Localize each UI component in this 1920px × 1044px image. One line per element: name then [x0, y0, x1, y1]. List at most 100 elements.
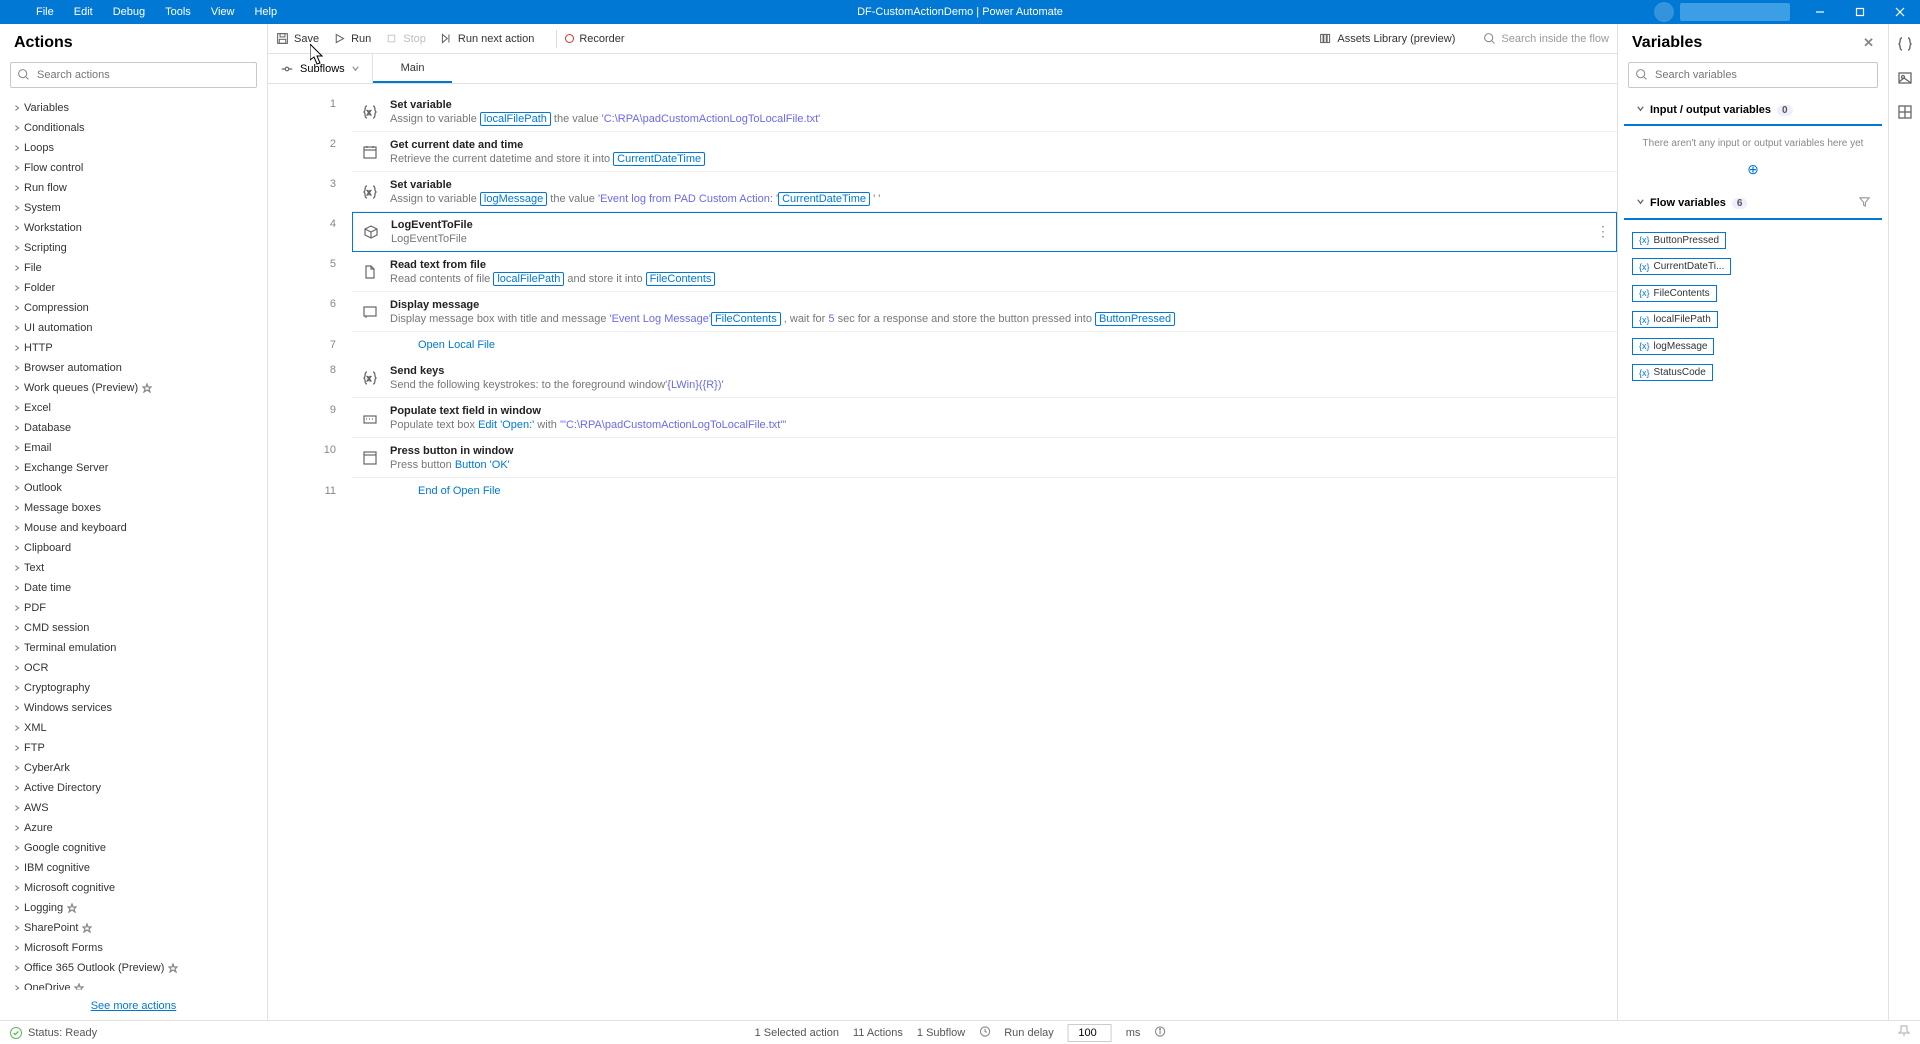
actions-search-input[interactable] — [10, 62, 257, 88]
flow-variable-chip[interactable]: {x}localFilePath — [1632, 311, 1718, 328]
actions-category[interactable]: Variables — [10, 98, 257, 118]
actions-category[interactable]: System — [10, 198, 257, 218]
flow-step[interactable]: 1xSet variableAssign to variable localFi… — [308, 92, 1617, 132]
actions-category[interactable]: Folder — [10, 278, 257, 298]
flow-step[interactable]: 9Populate text field in windowPopulate t… — [308, 398, 1617, 438]
actions-category[interactable]: AWS — [10, 798, 257, 818]
step-body[interactable]: xSend keysSend the following keystrokes:… — [352, 358, 1617, 398]
maximize-button[interactable] — [1840, 0, 1880, 24]
actions-category[interactable]: CMD session — [10, 618, 257, 638]
step-body[interactable]: Read text from fileRead contents of file… — [352, 252, 1617, 292]
step-body[interactable]: Display messageDisplay message box with … — [352, 292, 1617, 332]
actions-category[interactable]: Microsoft cognitive — [10, 878, 257, 898]
actions-category[interactable]: Loops — [10, 138, 257, 158]
step-body[interactable]: LogEventToFileLogEventToFile⋮ — [352, 212, 1617, 252]
menu-view[interactable]: View — [201, 6, 245, 18]
step-body[interactable]: Populate text field in windowPopulate te… — [352, 398, 1617, 438]
filter-icon[interactable] — [1859, 196, 1870, 210]
actions-category[interactable]: Compression — [10, 298, 257, 318]
actions-category[interactable]: OCR — [10, 658, 257, 678]
actions-category[interactable]: FTP — [10, 738, 257, 758]
menu-file[interactable]: File — [26, 6, 64, 18]
actions-category[interactable]: Logging — [10, 898, 257, 918]
actions-category[interactable]: Windows services — [10, 698, 257, 718]
flow-variable-chip[interactable]: {x}FileContents — [1632, 285, 1717, 302]
menu-debug[interactable]: Debug — [103, 6, 155, 18]
actions-category[interactable]: Cryptography — [10, 678, 257, 698]
menu-edit[interactable]: Edit — [64, 6, 103, 18]
actions-category[interactable]: SharePoint — [10, 918, 257, 938]
step-body[interactable]: xSet variableAssign to variable logMessa… — [352, 172, 1617, 212]
actions-category[interactable]: Google cognitive — [10, 838, 257, 858]
variable-braces-icon[interactable] — [1897, 36, 1913, 52]
flow-variable-chip[interactable]: {x}StatusCode — [1632, 364, 1713, 381]
actions-category[interactable]: UI automation — [10, 318, 257, 338]
variables-search-input[interactable] — [1628, 62, 1878, 88]
recorder-button[interactable]: Recorder — [565, 33, 624, 45]
actions-category[interactable]: XML — [10, 718, 257, 738]
flow-variable-chip[interactable]: {x}ButtonPressed — [1632, 232, 1726, 249]
step-body[interactable]: xSet variableAssign to variable localFil… — [352, 92, 1617, 132]
actions-category[interactable]: Browser automation — [10, 358, 257, 378]
see-more-actions-link[interactable]: See more actions — [91, 1000, 177, 1012]
actions-category[interactable]: File — [10, 258, 257, 278]
actions-category[interactable]: Date time — [10, 578, 257, 598]
menu-tools[interactable]: Tools — [155, 6, 201, 18]
actions-category[interactable]: Database — [10, 418, 257, 438]
run-delay-input[interactable] — [1068, 1024, 1112, 1042]
actions-category[interactable]: Message boxes — [10, 498, 257, 518]
close-button[interactable] — [1880, 0, 1920, 24]
actions-category[interactable]: Conditionals — [10, 118, 257, 138]
actions-category[interactable]: HTTP — [10, 338, 257, 358]
actions-category[interactable]: Azure — [10, 818, 257, 838]
actions-category[interactable]: Outlook — [10, 478, 257, 498]
flow-step[interactable]: 10Press button in windowPress button But… — [308, 438, 1617, 478]
target-icon[interactable] — [1897, 104, 1913, 120]
actions-category[interactable]: Microsoft Forms — [10, 938, 257, 958]
actions-category[interactable]: Office 365 Outlook (Preview) — [10, 958, 257, 978]
tab-main[interactable]: Main — [373, 54, 453, 83]
flow-step[interactable]: 6Display messageDisplay message box with… — [308, 292, 1617, 332]
menu-help[interactable]: Help — [244, 6, 287, 18]
io-variables-header[interactable]: Input / output variables 0 — [1624, 96, 1882, 126]
search-flow-button[interactable]: Search inside the flow — [1483, 32, 1609, 45]
actions-category[interactable]: Terminal emulation — [10, 638, 257, 658]
pin-icon[interactable] — [1898, 1025, 1910, 1040]
assets-library-button[interactable]: Assets Library (preview) — [1319, 32, 1455, 45]
actions-category[interactable]: Clipboard — [10, 538, 257, 558]
flow-variable-chip[interactable]: {x}CurrentDateTi... — [1632, 258, 1731, 275]
steps-list[interactable]: 1xSet variableAssign to variable localFi… — [268, 84, 1617, 1020]
run-next-button[interactable]: Run next action — [440, 32, 534, 45]
actions-category-list[interactable]: VariablesConditionalsLoopsFlow controlRu… — [0, 96, 267, 990]
actions-category[interactable]: Mouse and keyboard — [10, 518, 257, 538]
actions-category[interactable]: Text — [10, 558, 257, 578]
avatar-icon[interactable] — [1654, 2, 1674, 22]
account-name[interactable] — [1680, 3, 1790, 21]
region-label[interactable]: End of Open File — [380, 485, 501, 497]
flow-variables-header[interactable]: Flow variables 6 — [1624, 188, 1882, 220]
actions-category[interactable]: Email — [10, 438, 257, 458]
flow-step[interactable]: 3xSet variableAssign to variable logMess… — [308, 172, 1617, 212]
info-icon[interactable] — [1154, 1026, 1165, 1040]
actions-category[interactable]: Active Directory — [10, 778, 257, 798]
image-icon[interactable] — [1897, 70, 1913, 86]
flow-variable-chip[interactable]: {x}logMessage — [1632, 338, 1714, 355]
flow-step[interactable]: 8xSend keysSend the following keystrokes… — [308, 358, 1617, 398]
step-body[interactable]: Get current date and timeRetrieve the cu… — [352, 132, 1617, 172]
run-button[interactable]: Run — [333, 32, 371, 45]
region-label[interactable]: Open Local File — [380, 339, 495, 351]
flow-step[interactable]: 4LogEventToFileLogEventToFile⋮ — [308, 212, 1617, 252]
step-more-icon[interactable]: ⋮ — [1596, 223, 1610, 240]
actions-category[interactable]: Excel — [10, 398, 257, 418]
actions-category[interactable]: OneDrive — [10, 978, 257, 990]
actions-category[interactable]: Workstation — [10, 218, 257, 238]
close-variables-button[interactable]: ✕ — [1863, 35, 1874, 51]
actions-category[interactable]: IBM cognitive — [10, 858, 257, 878]
flow-step[interactable]: 2Get current date and timeRetrieve the c… — [308, 132, 1617, 172]
flow-step[interactable]: 5Read text from fileRead contents of fil… — [308, 252, 1617, 292]
actions-category[interactable]: Work queues (Preview) — [10, 378, 257, 398]
step-body[interactable]: Press button in windowPress button Butto… — [352, 438, 1617, 478]
actions-category[interactable]: CyberArk — [10, 758, 257, 778]
add-io-variable-button[interactable]: ⊕ — [1618, 161, 1888, 188]
minimize-button[interactable] — [1800, 0, 1840, 24]
